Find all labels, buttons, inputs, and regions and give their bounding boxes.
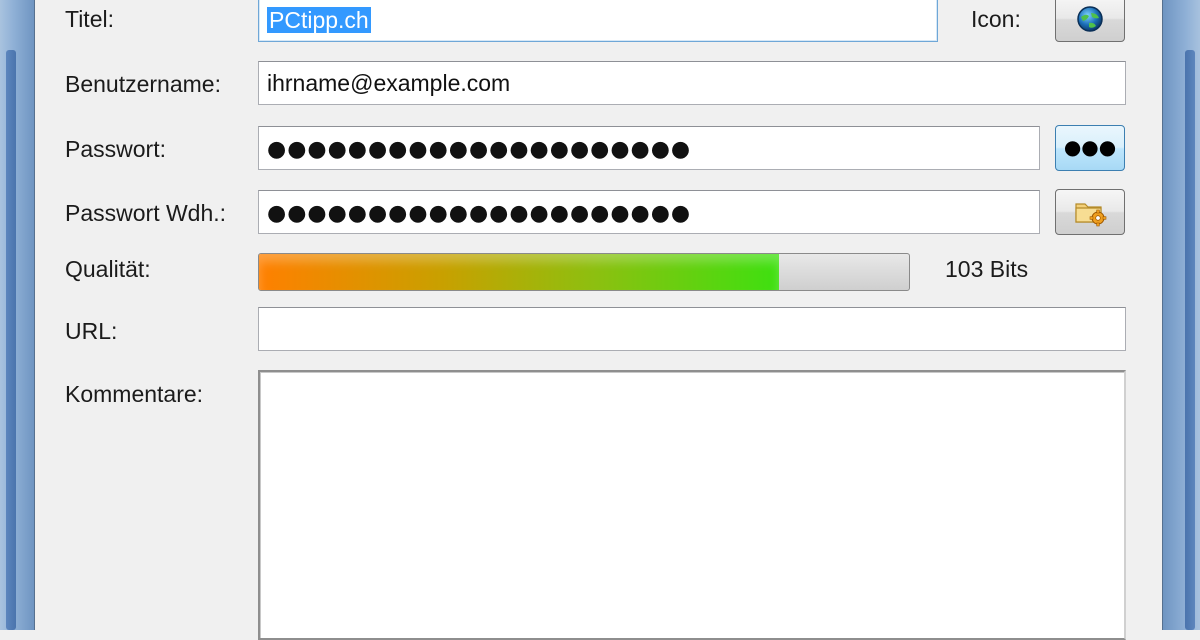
window-frame-left [0, 0, 35, 630]
username-input[interactable]: ihrname@example.com [258, 61, 1126, 105]
show-password-dots: ●●● [1063, 134, 1117, 159]
password-value: ●●●●●●●●●●●●●●●●●●●●● [267, 137, 692, 162]
password-repeat-value: ●●●●●●●●●●●●●●●●●●●●● [267, 201, 692, 226]
icon-label: Icon: [971, 6, 1021, 32]
url-input[interactable] [258, 307, 1126, 351]
title-label: Titel: [65, 6, 114, 32]
frame-strip-left [6, 50, 16, 630]
globe-icon [1077, 6, 1103, 32]
password-repeat-label: Passwort Wdh.: [65, 200, 227, 226]
icon-picker-button[interactable] [1055, 0, 1125, 42]
show-password-button[interactable]: ●●● [1055, 125, 1125, 171]
title-input[interactable]: PCtipp.ch [258, 0, 938, 42]
url-label: URL: [65, 318, 118, 344]
folder-gear-icon [1075, 203, 1107, 227]
comments-label: Kommentare: [65, 381, 204, 407]
quality-label: Qualität: [65, 256, 151, 282]
password-generator-button[interactable] [1055, 189, 1125, 235]
password-label: Passwort: [65, 136, 166, 162]
password-input[interactable]: ●●●●●●●●●●●●●●●●●●●●● [258, 126, 1040, 170]
quality-bits-text: 103 Bits [945, 256, 1029, 282]
username-label: Benutzername: [65, 71, 221, 97]
comments-textarea[interactable] [258, 370, 1126, 640]
entry-dialog: Titel: PCtipp.ch Icon: Benutzername: ihr… [35, 0, 1161, 640]
password-repeat-input[interactable]: ●●●●●●●●●●●●●●●●●●●●● [258, 190, 1040, 234]
title-input-selection: PCtipp.ch [267, 7, 371, 33]
username-value: ihrname@example.com [267, 70, 511, 96]
quality-progress-bar [258, 253, 910, 291]
window-frame-right [1162, 0, 1200, 630]
quality-progress-fill [259, 254, 779, 290]
frame-strip-right [1185, 50, 1195, 630]
